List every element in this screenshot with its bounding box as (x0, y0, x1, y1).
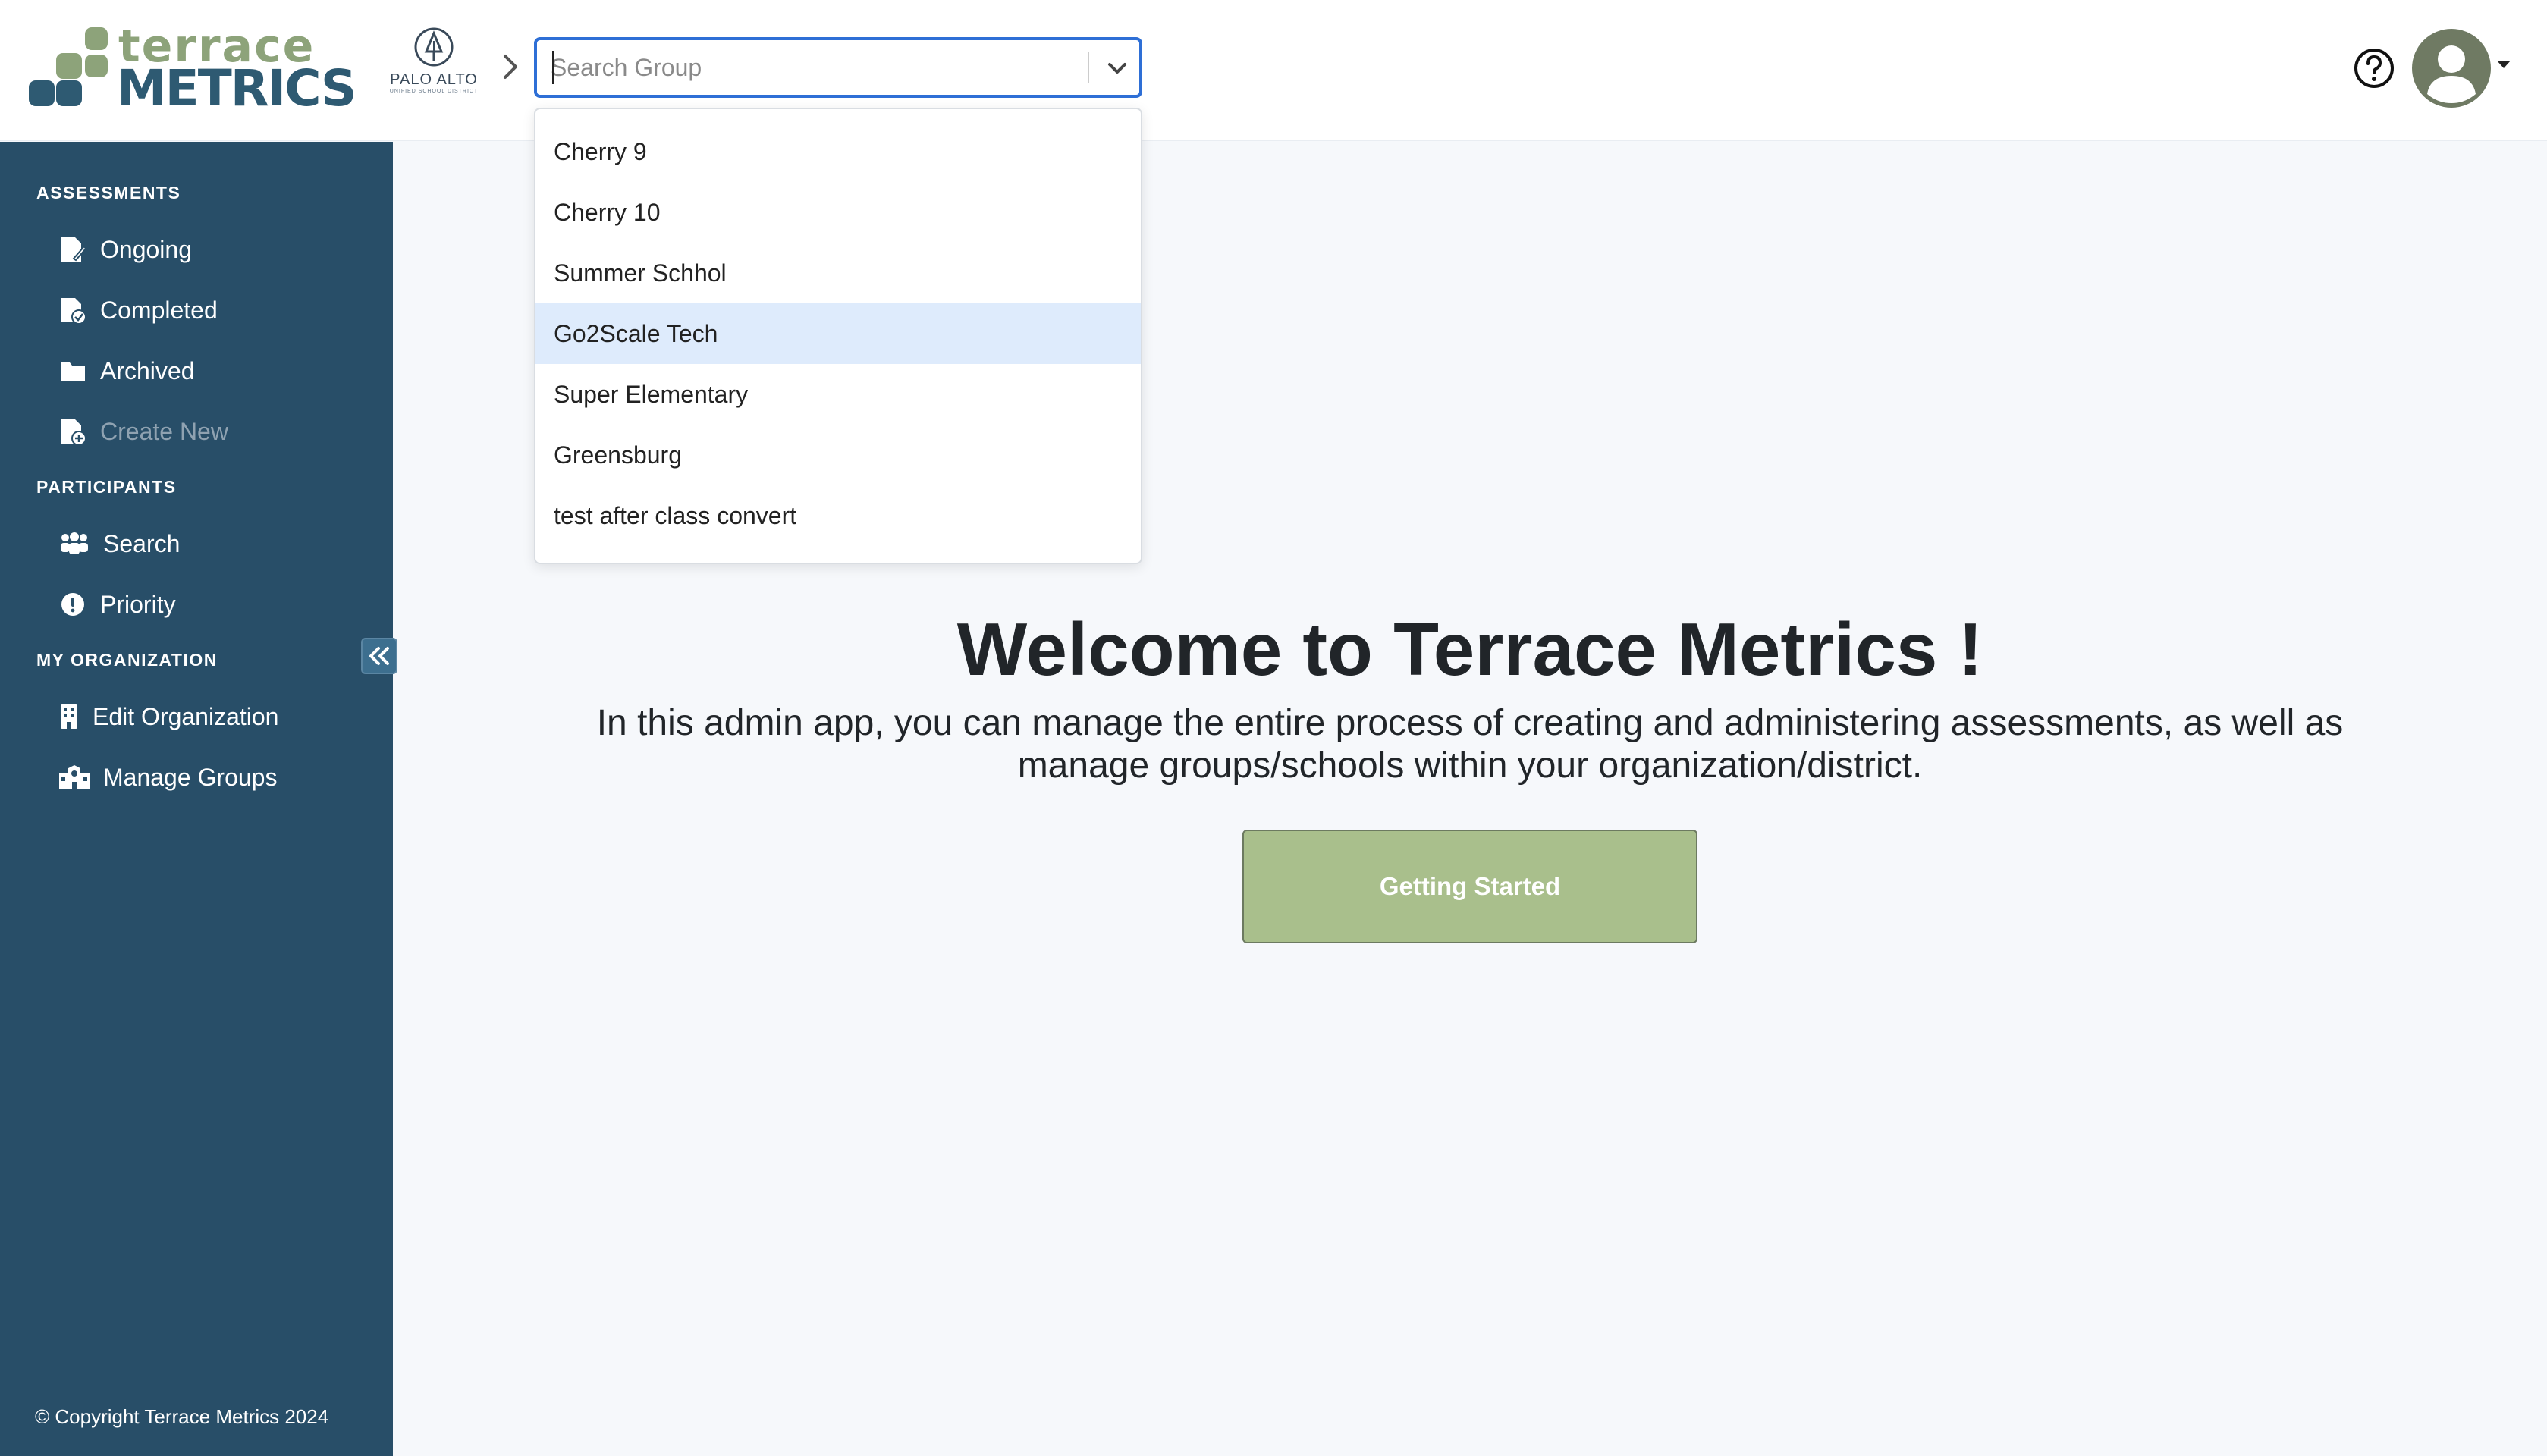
sidebar-item-label: Priority (100, 590, 176, 618)
sidebar-item-label: Archived (100, 356, 195, 384)
sidebar-item-label: Completed (100, 296, 218, 324)
welcome-description: In this admin app, you can manage the en… (596, 703, 2344, 786)
select-separator (1088, 52, 1089, 83)
folder-icon (59, 357, 86, 384)
copyright-text: © Copyright Terrace Metrics 2024 (35, 1405, 329, 1428)
group-search-input[interactable] (551, 40, 1066, 95)
caret-down-icon[interactable] (2495, 59, 2512, 70)
page-title: Welcome to Terrace Metrics ! (956, 607, 1983, 691)
sidebar-item-manage-groups[interactable]: Manage Groups (59, 755, 277, 800)
file-check-icon (59, 297, 86, 324)
text-cursor (552, 51, 554, 84)
sidebar-item-edit-organization[interactable]: Edit Organization (59, 694, 278, 739)
school-icon (59, 764, 90, 791)
dropdown-option[interactable]: Cherry 9 (535, 121, 1141, 182)
group-search-select[interactable] (534, 37, 1142, 98)
terrace-metrics-logo[interactable]: terrace METRICS (27, 20, 356, 118)
sidebar-item-label: Manage Groups (103, 763, 278, 791)
logo-text-metrics: METRICS (117, 59, 356, 118)
section-title-my-organization: MY ORGANIZATION (36, 650, 218, 670)
section-title-participants: PARTICIPANTS (36, 477, 177, 497)
dropdown-option[interactable]: Cherry 10 (535, 182, 1141, 243)
sidebar-item-label: Ongoing (100, 235, 192, 263)
palo-alto-tree-icon (414, 27, 454, 67)
section-title-assessments: ASSESSMENTS (36, 183, 181, 202)
double-chevron-left-icon (369, 647, 389, 665)
getting-started-button[interactable]: Getting Started (1242, 830, 1697, 943)
user-avatar-icon[interactable] (2412, 29, 2491, 108)
dropdown-option-focused[interactable]: Go2Scale Tech (535, 303, 1141, 364)
help-question-icon[interactable] (2353, 47, 2395, 89)
logo-squares-icon (27, 26, 112, 111)
sidebar-item-search[interactable]: Search (59, 521, 180, 566)
sidebar-item-label: Edit Organization (93, 702, 279, 730)
sidebar-item-ongoing[interactable]: Ongoing (59, 227, 192, 272)
chevron-down-icon[interactable] (1103, 54, 1132, 83)
sidebar-collapse-button[interactable] (361, 638, 397, 674)
sidebar-item-label: Search (103, 529, 181, 557)
organization-name: PALO ALTO (390, 71, 478, 88)
people-group-icon (59, 530, 90, 557)
file-plus-icon (59, 418, 86, 445)
sidebar-item-priority[interactable]: Priority (59, 582, 176, 627)
organization-logo[interactable]: PALO ALTO UNIFIED SCHOOL DISTRICT (388, 26, 479, 102)
sidebar-item-label: Create New (100, 417, 228, 445)
sidebar-item-completed[interactable]: Completed (59, 287, 218, 333)
exclamation-circle-icon (59, 591, 86, 618)
dropdown-option[interactable]: test after class convert (535, 485, 1141, 546)
building-icon (59, 703, 79, 730)
sidebar: ASSESSMENTS Ongoing Completed Archived C… (0, 142, 397, 1456)
sidebar-item-create-new[interactable]: Create New (59, 409, 228, 454)
group-dropdown-menu: Cherry 9 Cherry 10 Summer Schhol Go2Scal… (534, 108, 1142, 564)
dropdown-option[interactable]: Super Elementary (535, 364, 1141, 425)
top-header: terrace METRICS PALO ALTO UNIFIED SCHOOL… (0, 0, 2547, 141)
organization-subtitle: UNIFIED SCHOOL DISTRICT (389, 89, 479, 94)
chevron-right-icon (504, 55, 517, 79)
file-edit-icon (59, 236, 86, 263)
sidebar-item-archived[interactable]: Archived (59, 348, 195, 394)
dropdown-option[interactable]: Summer Schhol (535, 243, 1141, 303)
dropdown-option[interactable]: Greensburg (535, 425, 1141, 485)
